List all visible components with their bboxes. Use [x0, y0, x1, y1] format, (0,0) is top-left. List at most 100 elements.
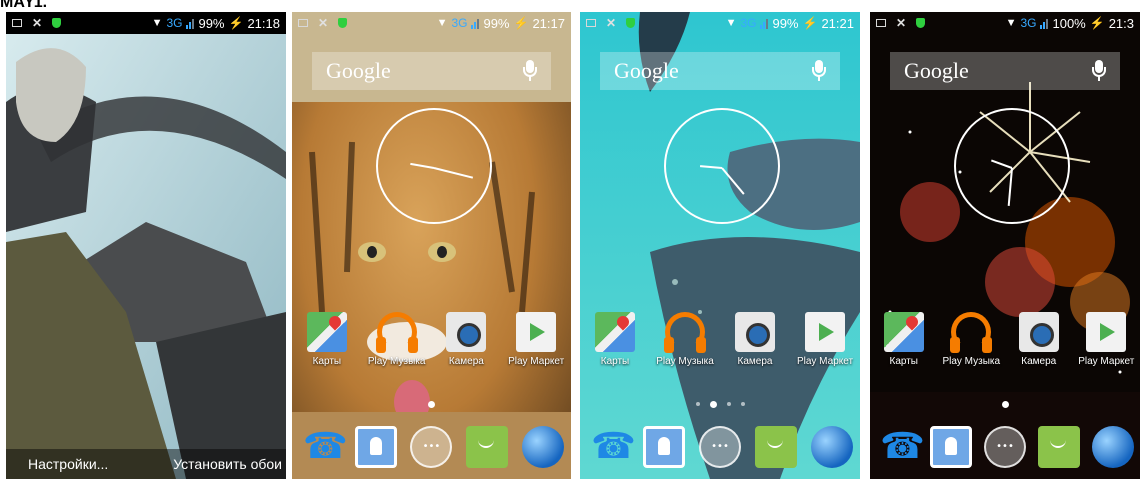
- app-camera[interactable]: Камера: [432, 312, 500, 367]
- battery-level: 99%: [772, 15, 799, 31]
- app-label: Play Маркет: [508, 356, 565, 367]
- minute-hand: [699, 165, 723, 169]
- app-label: Play Музыка: [942, 356, 1001, 367]
- charging-icon: ⚡: [1089, 16, 1105, 30]
- wifi-icon: ▼: [1005, 17, 1017, 29]
- app-camera[interactable]: Камера: [1005, 312, 1073, 367]
- phone-icon[interactable]: [587, 426, 636, 468]
- charging-icon: ⚡: [513, 16, 529, 30]
- app-play-music[interactable]: Play Музыка: [938, 312, 1006, 367]
- battery-level: 99%: [483, 15, 510, 31]
- security-app-icon: [626, 18, 636, 28]
- status-bar: ✕ ▼ 3G 99% ⚡ 21:21: [580, 12, 860, 34]
- set-wallpaper-button[interactable]: Установить обои: [173, 456, 282, 472]
- security-app-icon: [338, 18, 348, 28]
- microphone-icon[interactable]: [1092, 60, 1106, 82]
- wifi-icon: ▼: [436, 17, 448, 29]
- security-app-icon: [916, 18, 926, 28]
- app-maps[interactable]: Карты: [293, 312, 361, 367]
- image-notification-icon: [876, 19, 886, 27]
- browser-globe-icon[interactable]: [811, 426, 853, 468]
- status-bar: ✕ ▼ 3G 100% ⚡ 21:3: [870, 12, 1140, 34]
- google-logo: Google: [904, 58, 969, 83]
- contacts-icon[interactable]: [354, 426, 397, 468]
- microphone-icon[interactable]: [523, 60, 537, 82]
- maps-icon: [306, 312, 347, 352]
- app-play-market[interactable]: Play Маркет: [791, 312, 859, 367]
- messaging-icon[interactable]: [1038, 426, 1080, 468]
- app-label: Play Музыка: [367, 356, 426, 367]
- usb-debugging-icon: ✕: [32, 16, 43, 30]
- home-screen-fireworks: ✕ ▼ 3G 100% ⚡ 21:3 Google Карты Play Муз…: [870, 12, 1140, 479]
- analog-clock-widget[interactable]: [954, 108, 1070, 224]
- app-label: Play Маркет: [1078, 356, 1135, 367]
- messaging-icon[interactable]: [755, 426, 797, 468]
- usb-debugging-icon: ✕: [896, 16, 907, 30]
- app-drawer-icon[interactable]: [410, 426, 453, 468]
- browser-globe-icon[interactable]: [1092, 426, 1134, 468]
- battery-level: 99%: [198, 15, 225, 31]
- microphone-icon[interactable]: [812, 60, 826, 82]
- clock-time: 21:3: [1108, 15, 1134, 31]
- analog-clock-widget[interactable]: [664, 108, 780, 224]
- google-search-bar[interactable]: Google: [890, 52, 1120, 90]
- signal-bars-icon: [1040, 18, 1049, 29]
- app-play-market[interactable]: Play Маркет: [502, 312, 570, 367]
- app-row: Карты Play Музыка Камера Play Маркет: [292, 312, 571, 367]
- headphones-icon: [664, 312, 706, 353]
- app-play-music[interactable]: Play Музыка: [651, 312, 719, 367]
- play-store-icon: [516, 312, 557, 352]
- camera-icon: [735, 312, 775, 352]
- dock: [292, 426, 571, 468]
- signal-bars-icon: [186, 18, 195, 29]
- usb-debugging-icon: ✕: [318, 16, 329, 30]
- app-camera[interactable]: Камера: [721, 312, 789, 367]
- camera-icon: [1018, 312, 1059, 352]
- top-caption: МАҮ1.: [0, 0, 48, 11]
- messaging-icon[interactable]: [466, 426, 509, 468]
- app-maps[interactable]: Карты: [870, 312, 938, 367]
- image-notification-icon: [298, 19, 308, 27]
- app-play-music[interactable]: Play Музыка: [363, 312, 431, 367]
- google-logo: Google: [326, 58, 391, 83]
- clock-time: 21:18: [247, 15, 280, 31]
- signal-bars-icon: [760, 18, 769, 29]
- wallpaper-preview-screen: ✕ ▼ 3G 99% ⚡ 21:18 Настройки... Установи…: [6, 12, 286, 479]
- hour-hand: [433, 167, 474, 179]
- page-indicator: [292, 401, 571, 408]
- clock-time: 21:21: [821, 15, 854, 31]
- google-search-bar[interactable]: Google: [312, 52, 551, 90]
- hour-hand: [721, 167, 745, 195]
- app-drawer-icon[interactable]: [984, 426, 1026, 468]
- play-store-icon: [805, 312, 845, 352]
- app-play-market[interactable]: Play Маркет: [1073, 312, 1140, 367]
- app-maps[interactable]: Карты: [581, 312, 649, 367]
- page-indicator: [580, 401, 860, 408]
- charging-icon: ⚡: [228, 16, 244, 30]
- phone-icon[interactable]: [876, 426, 925, 468]
- signal-bars-icon: [471, 18, 480, 29]
- contacts-icon[interactable]: [930, 426, 972, 468]
- app-drawer-icon[interactable]: [699, 426, 741, 468]
- network-type: 3G: [740, 16, 757, 30]
- dock: [870, 426, 1140, 468]
- status-bar: ✕ ▼ 3G 99% ⚡ 21:17: [292, 12, 571, 34]
- maps-icon: [883, 312, 924, 352]
- google-search-bar[interactable]: Google: [600, 52, 840, 90]
- minute-hand: [990, 159, 1013, 169]
- network-type: 3G: [451, 16, 468, 30]
- browser-globe-icon[interactable]: [522, 426, 565, 468]
- google-logo: Google: [614, 58, 679, 83]
- headphones-icon: [950, 312, 993, 353]
- clock-time: 21:17: [532, 15, 565, 31]
- app-row: Карты Play Музыка Камера Play Маркет: [580, 312, 860, 367]
- contacts-icon[interactable]: [643, 426, 685, 468]
- app-label: Камера: [448, 356, 484, 367]
- settings-button[interactable]: Настройки...: [28, 456, 108, 472]
- image-notification-icon: [586, 19, 596, 27]
- analog-clock-widget[interactable]: [376, 108, 492, 224]
- app-label: Play Маркет: [796, 356, 854, 367]
- image-notification-icon: [12, 19, 22, 27]
- phone-icon[interactable]: [299, 426, 348, 468]
- home-screen-tiger: ✕ ▼ 3G 99% ⚡ 21:17 Google Карты Play Муз…: [292, 12, 571, 479]
